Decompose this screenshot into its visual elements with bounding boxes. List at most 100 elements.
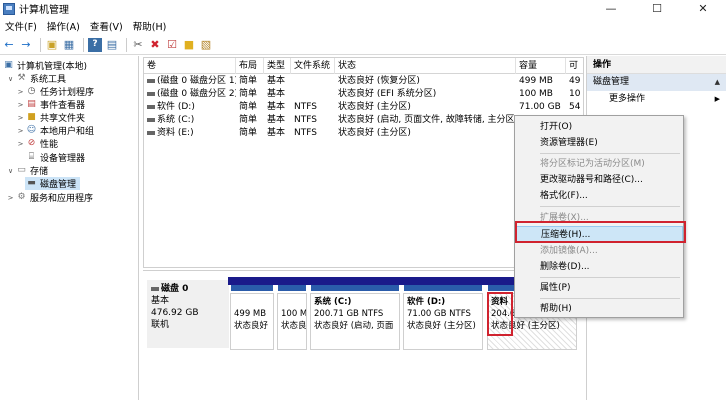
more-actions-label: 更多操作 [609, 94, 646, 104]
partition-efi[interactable]: 100 M 状态良 [277, 293, 307, 350]
partition-system-c[interactable]: 系统 (C:) 200.71 GB NTFS 状态良好 (启动, 页面 [310, 293, 400, 350]
volume-name-cell: 软件 (D:) [144, 101, 236, 114]
layout-cell: 简单 [239, 102, 258, 112]
column-header-capacity[interactable]: 容量 [516, 58, 566, 74]
tree-item-label: 任务计划程序 [40, 88, 95, 98]
menu-item-format[interactable]: 格式化(F)... [515, 188, 683, 204]
expand-icon[interactable]: > [16, 114, 25, 122]
expand-icon[interactable]: > [16, 127, 25, 135]
maximize-button[interactable]: ☐ [634, 0, 680, 17]
window-title: 计算机管理 [19, 5, 69, 16]
tree-item-task-scheduler[interactable]: > ◷ 任务计划程序 [16, 85, 95, 99]
tree-item-event-viewer[interactable]: > ▤ 事件查看器 [16, 98, 86, 112]
tree-item-label: 设备管理器 [40, 154, 86, 164]
table-row[interactable]: (磁盘 0 磁盘分区 1) 简单 基本 状态良好 (恢复分区) 499 MB 4… [144, 75, 583, 88]
tree-item-label: 计算机管理(本地) [17, 62, 88, 72]
expand-icon[interactable]: > [16, 140, 25, 148]
partition-name: 软件 (D:) [407, 297, 446, 307]
help-icon[interactable]: ? [88, 37, 102, 52]
filesystem-cell: NTFS [294, 102, 317, 112]
filesystem-cell: NTFS [294, 115, 317, 125]
back-icon[interactable]: ← [2, 38, 16, 52]
disk-name: 磁盘 0 [151, 283, 225, 295]
menu-view[interactable]: 查看(V) [85, 19, 128, 33]
tree-item-label: 本地用户和组 [40, 127, 95, 137]
tree-item-label: 事件查看器 [40, 101, 86, 111]
disk-type: 基本 [151, 296, 170, 306]
capacity-cell: 100 MB [519, 89, 553, 99]
column-header-layout[interactable]: 布局 [236, 58, 264, 74]
tree-item-label: 存储 [30, 167, 49, 177]
collapse-icon[interactable]: ∨ [6, 75, 15, 83]
menu-action[interactable]: 操作(A) [42, 19, 85, 33]
console-tree-icon[interactable]: ▦ [62, 38, 76, 52]
status-cell: 状态良好 (主分区) [338, 102, 411, 112]
toolbar-separator [40, 37, 41, 52]
menu-help[interactable]: 帮助(H) [128, 19, 172, 33]
partition-status: 状态良 [281, 321, 307, 331]
forward-icon[interactable]: → [19, 38, 33, 52]
expand-icon[interactable]: > [6, 194, 15, 202]
menu-item-mark-active[interactable]: 将分区标记为活动分区(M) [515, 156, 683, 172]
menu-separator [540, 277, 680, 278]
column-header-filesystem[interactable]: 文件系统 [291, 58, 335, 74]
menu-item-explorer[interactable]: 资源管理器(E) [515, 135, 683, 151]
menu-separator [540, 298, 680, 299]
properties-icon[interactable]: ▤ [105, 38, 119, 52]
toolbar-separator [83, 37, 84, 52]
more-actions-item[interactable]: 更多操作 ▶ [587, 91, 726, 107]
menu-item-add-mirror[interactable]: 添加镜像(A)... [515, 243, 683, 259]
column-header-type[interactable]: 类型 [264, 58, 291, 74]
tree-item-disk-management[interactable]: ▬ 磁盘管理 [25, 177, 81, 190]
menu-item-help[interactable]: 帮助(H) [515, 301, 683, 317]
tree-item-system-tools[interactable]: ∨ ⚒ 系统工具 [6, 72, 66, 86]
tree-item-services[interactable]: > ⚙ 服务和应用程序 [6, 191, 93, 205]
tree-item-storage[interactable]: ∨ ▭ 存储 [6, 164, 49, 178]
collapse-icon[interactable]: ∨ [6, 167, 15, 175]
tree-item-device-manager[interactable]: ⌸ 设备管理器 [25, 151, 86, 165]
actions-header: 操作 [587, 56, 726, 74]
yellow-folder-icon[interactable]: ■ [182, 38, 196, 52]
computer-icon: ▣ [4, 60, 13, 70]
up-folder-icon[interactable]: ▣ [45, 38, 59, 52]
menu-item-change-drive-letter[interactable]: 更改驱动器号和路径(C)... [515, 172, 683, 188]
partition-recovery[interactable]: 499 MB 状态良好 [230, 293, 274, 350]
export-icon[interactable]: ▧ [199, 38, 213, 52]
table-row[interactable]: (磁盘 0 磁盘分区 2) 简单 基本 状态良好 (EFI 系统分区) 100 … [144, 88, 583, 101]
partition-size: 499 MB [234, 309, 267, 319]
column-header-volume[interactable]: 卷 [144, 58, 236, 74]
menu-file[interactable]: 文件(F) [0, 19, 42, 33]
disk-size: 476.92 GB [151, 308, 199, 318]
highlight-box-shrink-volume [515, 221, 686, 243]
menu-item-delete-volume[interactable]: 删除卷(D)... [515, 259, 683, 275]
column-header-status[interactable]: 状态 [335, 58, 516, 74]
connect-icon[interactable]: ✂ [131, 38, 145, 52]
expand-icon[interactable]: > [16, 101, 25, 109]
partition-software-d[interactable]: 软件 (D:) 71.00 GB NTFS 状态良好 (主分区) [403, 293, 483, 350]
menu-item-open[interactable]: 打开(O) [515, 119, 683, 135]
title-bar: 计算机管理 — ☐ ✕ [0, 0, 726, 17]
disk-0-label[interactable]: 磁盘 0 基本 476.92 GB 联机 [147, 280, 229, 348]
tree-item-local-users[interactable]: > ☺ 本地用户和组 [16, 124, 95, 138]
tree-item-performance[interactable]: > ⊘ 性能 [16, 137, 58, 151]
collapse-up-icon[interactable]: ▲ [715, 74, 720, 91]
expand-icon[interactable]: > [16, 88, 25, 96]
check-icon[interactable]: ☑ [165, 38, 179, 52]
minimize-button[interactable]: — [588, 0, 634, 17]
column-header-free[interactable]: 可 [566, 58, 583, 74]
table-row[interactable]: 软件 (D:) 简单 基本 NTFS 状态良好 (主分区) 71.00 GB 5… [144, 101, 583, 114]
users-icon: ☺ [26, 125, 37, 135]
disk-icon [147, 78, 155, 83]
status-cell: 状态良好 (EFI 系统分区) [338, 89, 437, 99]
partition-size: 200.71 GB NTFS [314, 309, 384, 319]
actions-section-disk-management[interactable]: 磁盘管理 ▲ [587, 74, 726, 91]
window-controls: — ☐ ✕ [588, 0, 726, 17]
partition-name [281, 296, 303, 308]
delete-icon[interactable]: ✖ [148, 38, 162, 52]
tree-item-root[interactable]: ▣ 计算机管理(本地) [2, 59, 88, 73]
menu-item-properties[interactable]: 属性(P) [515, 280, 683, 296]
tree-item-shared-folders[interactable]: > ■ 共享文件夹 [16, 111, 85, 125]
close-button[interactable]: ✕ [680, 0, 726, 17]
device-manager-icon: ⌸ [28, 152, 35, 162]
menu-bar: 文件(F) 操作(A) 查看(V) 帮助(H) [0, 17, 726, 35]
